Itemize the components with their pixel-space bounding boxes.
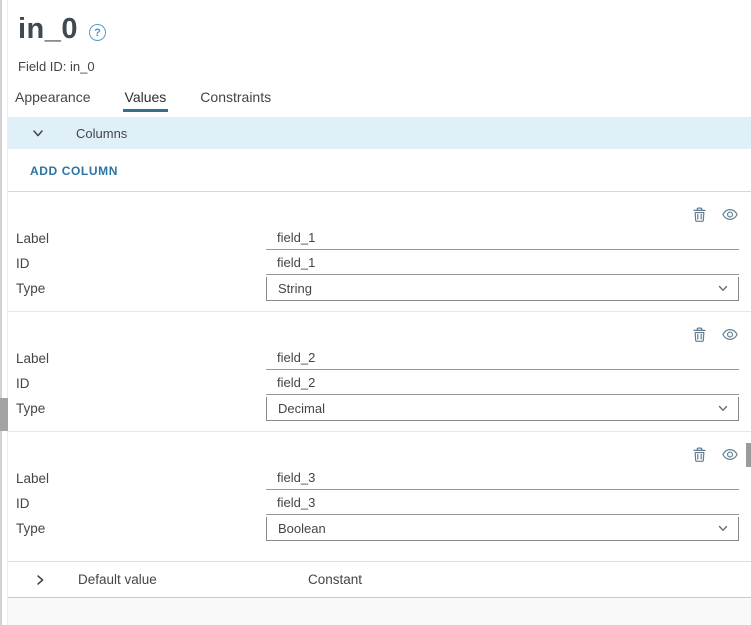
tab-bar: Appearance Values Constraints [8,87,751,112]
column-id-input[interactable] [266,493,739,515]
properties-panel: in_0 ? Field ID: in_0 Appearance Values … [8,0,751,625]
panel-header: in_0 ? Field ID: in_0 [8,0,751,74]
footer-space [8,598,751,625]
type-select-value: Boolean [278,521,326,536]
chevron-down-icon [31,126,45,140]
id-row-label: ID [8,376,266,391]
trash-icon[interactable] [691,206,708,223]
trash-icon[interactable] [691,326,708,343]
add-column-row: ADD COLUMN [8,149,751,192]
column-label-input[interactable] [266,228,739,250]
columns-section-header[interactable]: Columns [8,117,751,149]
type-row-label: Type [8,401,266,416]
column-type-select[interactable]: String [266,277,739,301]
eye-icon[interactable] [721,206,739,223]
chevron-right-icon[interactable] [33,573,47,587]
label-row-label: Label [8,351,266,366]
page-title: in_0 [18,13,78,46]
eye-icon[interactable] [721,446,739,463]
column-editor-2: Label ID Type Decimal [8,311,751,431]
chevron-down-icon [717,524,729,534]
column-label-input[interactable] [266,468,739,490]
trash-icon[interactable] [691,446,708,463]
type-row-label: Type [8,521,266,536]
left-scrollbar-thumb[interactable] [0,398,8,431]
default-value-mode: Constant [308,572,362,587]
tab-values[interactable]: Values [123,87,169,112]
type-select-value: String [278,281,312,296]
column-id-input[interactable] [266,373,739,395]
type-row-label: Type [8,281,266,296]
tab-constraints[interactable]: Constraints [198,87,273,112]
label-row-label: Label [8,471,266,486]
id-row-label: ID [8,256,266,271]
label-row-label: Label [8,231,266,246]
column-editor-1: Label ID Type String [8,192,751,311]
column-type-select[interactable]: Boolean [266,517,739,541]
column-label-input[interactable] [266,348,739,370]
columns-section-label: Columns [76,126,127,141]
column-type-select[interactable]: Decimal [266,397,739,421]
left-scrollbar-track [0,0,8,625]
default-value-label: Default value [78,572,308,587]
type-select-value: Decimal [278,401,325,416]
chevron-down-icon [717,284,729,294]
id-row-label: ID [8,496,266,511]
default-value-row[interactable]: Default value Constant [8,561,751,598]
eye-icon[interactable] [721,326,739,343]
right-scrollbar-thumb[interactable] [746,443,751,467]
tab-appearance[interactable]: Appearance [13,87,93,112]
column-id-input[interactable] [266,253,739,275]
field-id-text: Field ID: in_0 [18,59,751,74]
help-icon[interactable]: ? [89,24,106,41]
chevron-down-icon [717,404,729,414]
column-editor-3: Label ID Type Boolean [8,431,751,551]
add-column-button[interactable]: ADD COLUMN [30,164,118,178]
